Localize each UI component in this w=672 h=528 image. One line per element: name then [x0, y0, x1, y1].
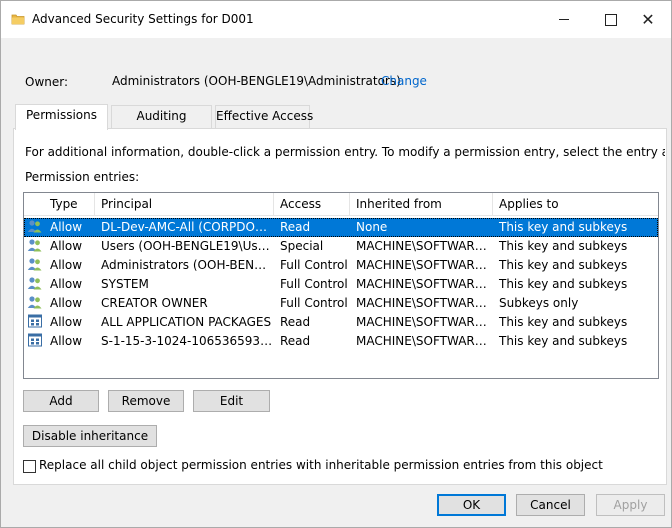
- entry-principal: Administrators (OOH-BENGL...: [101, 258, 274, 272]
- entry-type: Allow: [50, 334, 83, 348]
- permission-entry-row[interactable]: Allow Users (OOH-BENGLE19\Users) Special…: [24, 237, 658, 256]
- tab-permissions[interactable]: Permissions: [15, 104, 108, 130]
- entry-applies-to: This key and subkeys: [499, 334, 628, 348]
- entry-type: Allow: [50, 315, 83, 329]
- entry-access: Full Control: [280, 277, 348, 291]
- permission-entry-row[interactable]: Allow S-1-15-3-1024-1065365936-12... Rea…: [24, 332, 658, 351]
- permission-entry-row[interactable]: Allow CREATOR OWNER Full Control MACHINE…: [24, 294, 658, 313]
- entry-access: Special: [280, 239, 324, 253]
- app-package-icon: [27, 313, 44, 332]
- entry-inherited-from: MACHINE\SOFTWARE...: [356, 315, 493, 329]
- permission-entries-list[interactable]: Type Principal Access Inherited from App…: [23, 192, 659, 379]
- entry-applies-to: This key and subkeys: [499, 315, 628, 329]
- group-users-icon: [27, 256, 44, 275]
- group-users-icon: [27, 294, 44, 313]
- entry-access: Read: [280, 315, 311, 329]
- entry-principal: S-1-15-3-1024-1065365936-12...: [101, 334, 274, 348]
- entry-principal: DL-Dev-AMC-All (CORPDOM...: [101, 220, 274, 234]
- replace-child-permissions-label[interactable]: Replace all child object permission entr…: [39, 458, 603, 472]
- info-text: For additional information, double-click…: [25, 145, 665, 159]
- close-button[interactable]: ✕: [625, 1, 671, 38]
- column-header-applies-to[interactable]: Applies to: [493, 193, 658, 216]
- edit-button[interactable]: Edit: [193, 390, 270, 412]
- add-button[interactable]: Add: [23, 390, 99, 412]
- column-header-type[interactable]: Type: [44, 193, 95, 216]
- window-title: Advanced Security Settings for D001: [32, 12, 254, 26]
- change-owner-link[interactable]: Change: [381, 74, 427, 88]
- remove-button[interactable]: Remove: [108, 390, 184, 412]
- entry-principal: ALL APPLICATION PACKAGES: [101, 315, 272, 329]
- permission-entries-label: Permission entries:: [25, 170, 140, 184]
- cancel-button[interactable]: Cancel: [516, 494, 585, 516]
- entry-inherited-from: MACHINE\SOFTWARE...: [356, 334, 493, 348]
- owner-label: Owner:: [25, 75, 69, 89]
- entry-inherited-from: MACHINE\SOFTWARE...: [356, 277, 493, 291]
- folder-icon: [11, 12, 25, 26]
- entry-applies-to: This key and subkeys: [499, 258, 628, 272]
- column-header-principal[interactable]: Principal: [95, 193, 274, 216]
- list-header: Type Principal Access Inherited from App…: [24, 193, 658, 216]
- entry-access: Read: [280, 334, 311, 348]
- apply-button: Apply: [596, 494, 665, 516]
- entry-type: Allow: [50, 239, 83, 253]
- entry-inherited-from: MACHINE\SOFTWARE...: [356, 296, 493, 310]
- entry-applies-to: Subkeys only: [499, 296, 579, 310]
- minimize-button[interactable]: [541, 1, 587, 38]
- owner-value: Administrators (OOH-BENGLE19\Administrat…: [112, 74, 401, 88]
- entry-type: Allow: [50, 220, 83, 234]
- permission-entry-row[interactable]: Allow Administrators (OOH-BENGL... Full …: [24, 256, 658, 275]
- entry-applies-to: This key and subkeys: [499, 239, 628, 253]
- entry-type: Allow: [50, 277, 83, 291]
- entry-inherited-from: MACHINE\SOFTWARE...: [356, 239, 493, 253]
- entry-inherited-from: None: [356, 220, 388, 234]
- entry-access: Full Control: [280, 258, 348, 272]
- column-header-inherited-from[interactable]: Inherited from: [350, 193, 493, 216]
- entry-principal: CREATOR OWNER: [101, 296, 208, 310]
- entry-access: Full Control: [280, 296, 348, 310]
- disable-inheritance-button[interactable]: Disable inheritance: [23, 425, 157, 447]
- tab-auditing[interactable]: Auditing: [111, 105, 212, 128]
- entry-principal: SYSTEM: [101, 277, 149, 291]
- entry-applies-to: This key and subkeys: [499, 220, 628, 234]
- entry-principal: Users (OOH-BENGLE19\Users): [101, 239, 274, 253]
- tab-effective-access[interactable]: Effective Access: [215, 105, 313, 128]
- permission-entry-row[interactable]: Allow SYSTEM Full Control MACHINE\SOFTWA…: [24, 275, 658, 294]
- replace-child-permissions-checkbox[interactable]: [23, 460, 36, 473]
- entry-inherited-from: MACHINE\SOFTWARE...: [356, 258, 493, 272]
- group-users-icon: [27, 237, 44, 256]
- entry-type: Allow: [50, 258, 83, 272]
- entry-access: Read: [280, 220, 311, 234]
- group-users-icon: [27, 218, 44, 237]
- group-users-icon: [27, 275, 44, 294]
- title-bar[interactable]: Advanced Security Settings for D001 ✕: [1, 1, 671, 38]
- entry-applies-to: This key and subkeys: [499, 277, 628, 291]
- permission-entry-row[interactable]: Allow DL-Dev-AMC-All (CORPDOM... Read No…: [24, 218, 658, 237]
- column-header-access[interactable]: Access: [274, 193, 350, 216]
- advanced-security-window: Advanced Security Settings for D001 ✕ Ow…: [0, 0, 672, 528]
- app-package-icon: [27, 332, 44, 351]
- ok-button[interactable]: OK: [437, 494, 506, 516]
- permission-entry-row[interactable]: Allow ALL APPLICATION PACKAGES Read MACH…: [24, 313, 658, 332]
- entry-type: Allow: [50, 296, 83, 310]
